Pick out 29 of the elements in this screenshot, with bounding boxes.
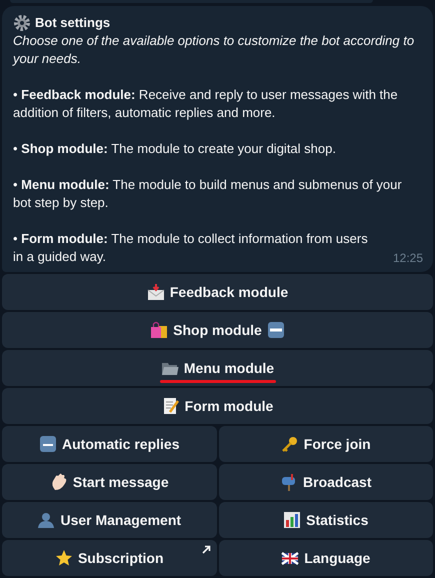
- keyboard-button[interactable]: Force join: [218, 426, 433, 462]
- waving-hand-icon: [50, 473, 68, 491]
- gear-icon: [13, 14, 31, 32]
- key-icon: [280, 435, 299, 453]
- module-description: • Shop module: The module to create your digital shop.: [13, 140, 337, 158]
- user-icon: [37, 511, 56, 529]
- shopping-bags-icon: [150, 321, 168, 339]
- keyboard-button[interactable]: Shop module: [2, 312, 433, 348]
- star-icon: [54, 549, 73, 567]
- module-description: • Feedback module: Receive and reply to user messages with the addition of filters, automatic replies and more.: [13, 86, 399, 122]
- flag-icon: [281, 549, 300, 567]
- keyboard-button[interactable]: Statistics: [218, 502, 433, 538]
- message-time: 12:25: [392, 250, 423, 267]
- keyboard-button[interactable]: Broadcast: [218, 464, 433, 500]
- keyboard-button[interactable]: Start message: [2, 464, 216, 500]
- keyboard-button[interactable]: Feedback module: [2, 274, 433, 310]
- module-description: • Form module: The module to collect information from users in a guided way.: [13, 230, 369, 266]
- message-intro: Choose one of the available options to customize the bot according to your needs.: [13, 32, 416, 68]
- message-title: Bot settings: [35, 14, 110, 32]
- bar-chart-icon: [283, 511, 302, 529]
- keyboard-button[interactable]: Language: [218, 540, 433, 576]
- envelope-icon: [146, 283, 165, 301]
- memo-icon: [162, 397, 180, 415]
- module-description: • Menu module: The module to build menus and submenus of your bot step by step.: [13, 176, 403, 212]
- keyboard-button[interactable]: Automatic replies: [2, 426, 216, 462]
- keyboard-button[interactable]: Form module: [2, 388, 433, 424]
- keyboard-button[interactable]: Subscription: [2, 540, 216, 576]
- keyboard-button[interactable]: User Management: [2, 502, 216, 538]
- keyboard-button[interactable]: Menu module: [2, 350, 433, 386]
